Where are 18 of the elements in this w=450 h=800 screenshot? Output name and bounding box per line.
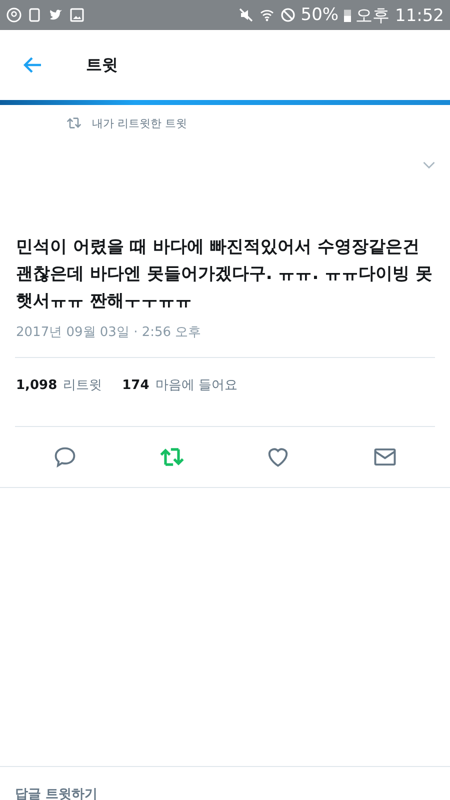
image-icon xyxy=(69,7,85,23)
tweet-text: 민석이 어렸을 때 바다에 빠진적있어서 수영장같은건 괜찮은데 바다엔 못들어가겠다구. ㅠㅠ. ㅠㅠ다이빙 못햇서ㅠㅠ 짠해ㅜㅜㅠㅠ xyxy=(16,236,434,313)
mute-icon xyxy=(238,7,254,23)
retweet-icon xyxy=(66,115,82,131)
page-title: 트윗 xyxy=(86,54,118,76)
clock: 오후 11:52 xyxy=(356,4,444,26)
timestamp: 2017년 09월 03일 · 2:56 오후 xyxy=(16,324,202,342)
stat-count: 1,098 xyxy=(16,378,58,392)
blocked-icon xyxy=(280,7,296,23)
wifi-icon xyxy=(258,7,275,23)
notification-icon xyxy=(6,7,22,23)
stat-count: 174 xyxy=(122,378,150,392)
retweet-context: 내가 리트윗한 트윗 xyxy=(92,116,187,130)
phone-icon xyxy=(27,7,43,23)
stat-label[interactable]: 리트윗 xyxy=(63,376,102,394)
battery-percent: 50% xyxy=(300,5,339,25)
stat-label[interactable]: 마음에 들어요 xyxy=(155,376,238,394)
battery-icon xyxy=(344,8,351,22)
